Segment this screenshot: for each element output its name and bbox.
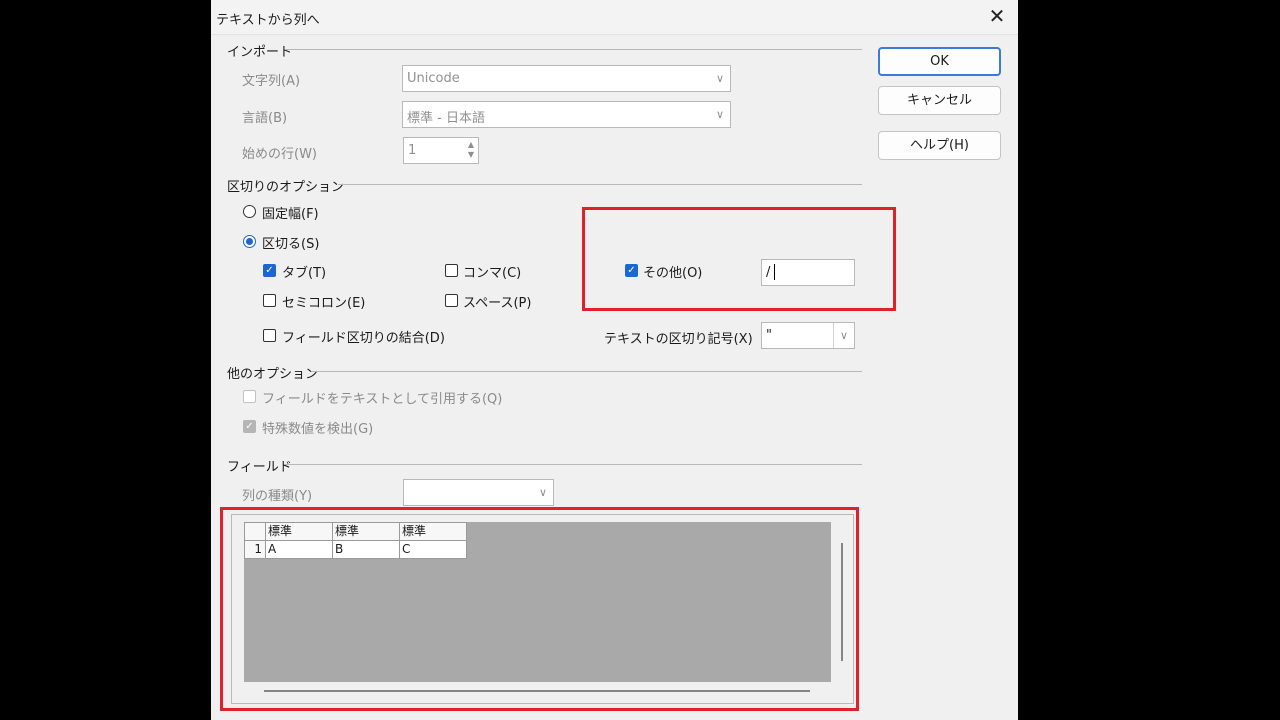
separated-by-label[interactable]: 区切る(S): [262, 233, 319, 252]
language-value: 標準 - 日本語: [407, 111, 485, 126]
other-options-section-title: 他のオプション: [227, 367, 319, 382]
fixed-width-label[interactable]: 固定幅(F): [262, 203, 319, 222]
import-section-title: インポート: [227, 45, 293, 60]
separated-by-radio[interactable]: [243, 235, 256, 248]
comma-checkbox[interactable]: [445, 264, 458, 277]
tab-label[interactable]: タブ(T): [282, 262, 326, 281]
chevron-down-icon: ∨: [715, 72, 725, 85]
fixed-width-radio[interactable]: [243, 205, 256, 218]
chevron-down-icon: ∨: [538, 486, 548, 499]
string-delimiter-value: ": [766, 328, 772, 343]
charset-value: Unicode: [407, 71, 460, 86]
column-type-label: 列の種類(Y): [242, 489, 313, 504]
spinner-arrows-icon[interactable]: ▲ ▼: [468, 140, 474, 160]
from-row-label: 始めの行(W): [242, 147, 317, 162]
cancel-button[interactable]: キャンセル: [878, 86, 1001, 115]
column-type-combo[interactable]: ∨: [403, 479, 554, 506]
comma-label[interactable]: コンマ(C): [463, 262, 521, 281]
window-title: テキストから列へ: [216, 13, 320, 28]
import-divider: [286, 49, 862, 50]
quoted-as-text-label[interactable]: フィールドをテキストとして引用する(Q): [262, 388, 502, 407]
other-options-divider: [311, 371, 862, 372]
string-delimiter-combo[interactable]: " ∨: [761, 322, 855, 349]
separator-divider: [338, 184, 862, 185]
detect-special-numbers-checkbox[interactable]: ✓: [243, 420, 256, 433]
chevron-down-icon: ∨: [833, 323, 854, 348]
charset-label: 文字列(A): [242, 74, 301, 89]
semicolon-checkbox[interactable]: [263, 294, 276, 307]
close-icon[interactable]: ✕: [984, 3, 1010, 29]
chevron-down-icon: ∨: [715, 108, 725, 121]
merge-delimiters-label[interactable]: フィールド区切りの結合(D): [282, 327, 445, 346]
language-label: 言語(B): [242, 111, 288, 126]
ok-button[interactable]: OK: [878, 47, 1001, 76]
quoted-as-text-checkbox[interactable]: [243, 390, 256, 403]
from-row-value: 1: [408, 143, 417, 158]
from-row-spinner[interactable]: 1 ▲ ▼: [403, 137, 479, 164]
merge-delimiters-checkbox[interactable]: [263, 329, 276, 342]
fields-section-title: フィールド: [227, 460, 292, 475]
semicolon-label[interactable]: セミコロン(E): [282, 292, 365, 311]
highlight-box-preview: [220, 507, 859, 711]
charset-combo[interactable]: Unicode ∨: [402, 65, 731, 92]
separator-section-title: 区切りのオプション: [227, 180, 345, 195]
language-combo[interactable]: 標準 - 日本語 ∨: [402, 101, 731, 128]
detect-special-numbers-label[interactable]: 特殊数値を検出(G): [262, 418, 373, 437]
title-bar: テキストから列へ ✕: [211, 0, 1018, 35]
text-to-columns-dialog: テキストから列へ ✕ インポート 文字列(A) Unicode ∨ 言語(B) …: [211, 0, 1018, 720]
space-checkbox[interactable]: [445, 294, 458, 307]
string-delimiter-label: テキストの区切り記号(X): [604, 332, 753, 347]
fields-divider: [284, 464, 862, 465]
highlight-box-other-separator: [582, 207, 896, 311]
space-label[interactable]: スペース(P): [463, 292, 531, 311]
help-button[interactable]: ヘルプ(H): [878, 131, 1001, 160]
tab-checkbox[interactable]: ✓: [263, 264, 276, 277]
